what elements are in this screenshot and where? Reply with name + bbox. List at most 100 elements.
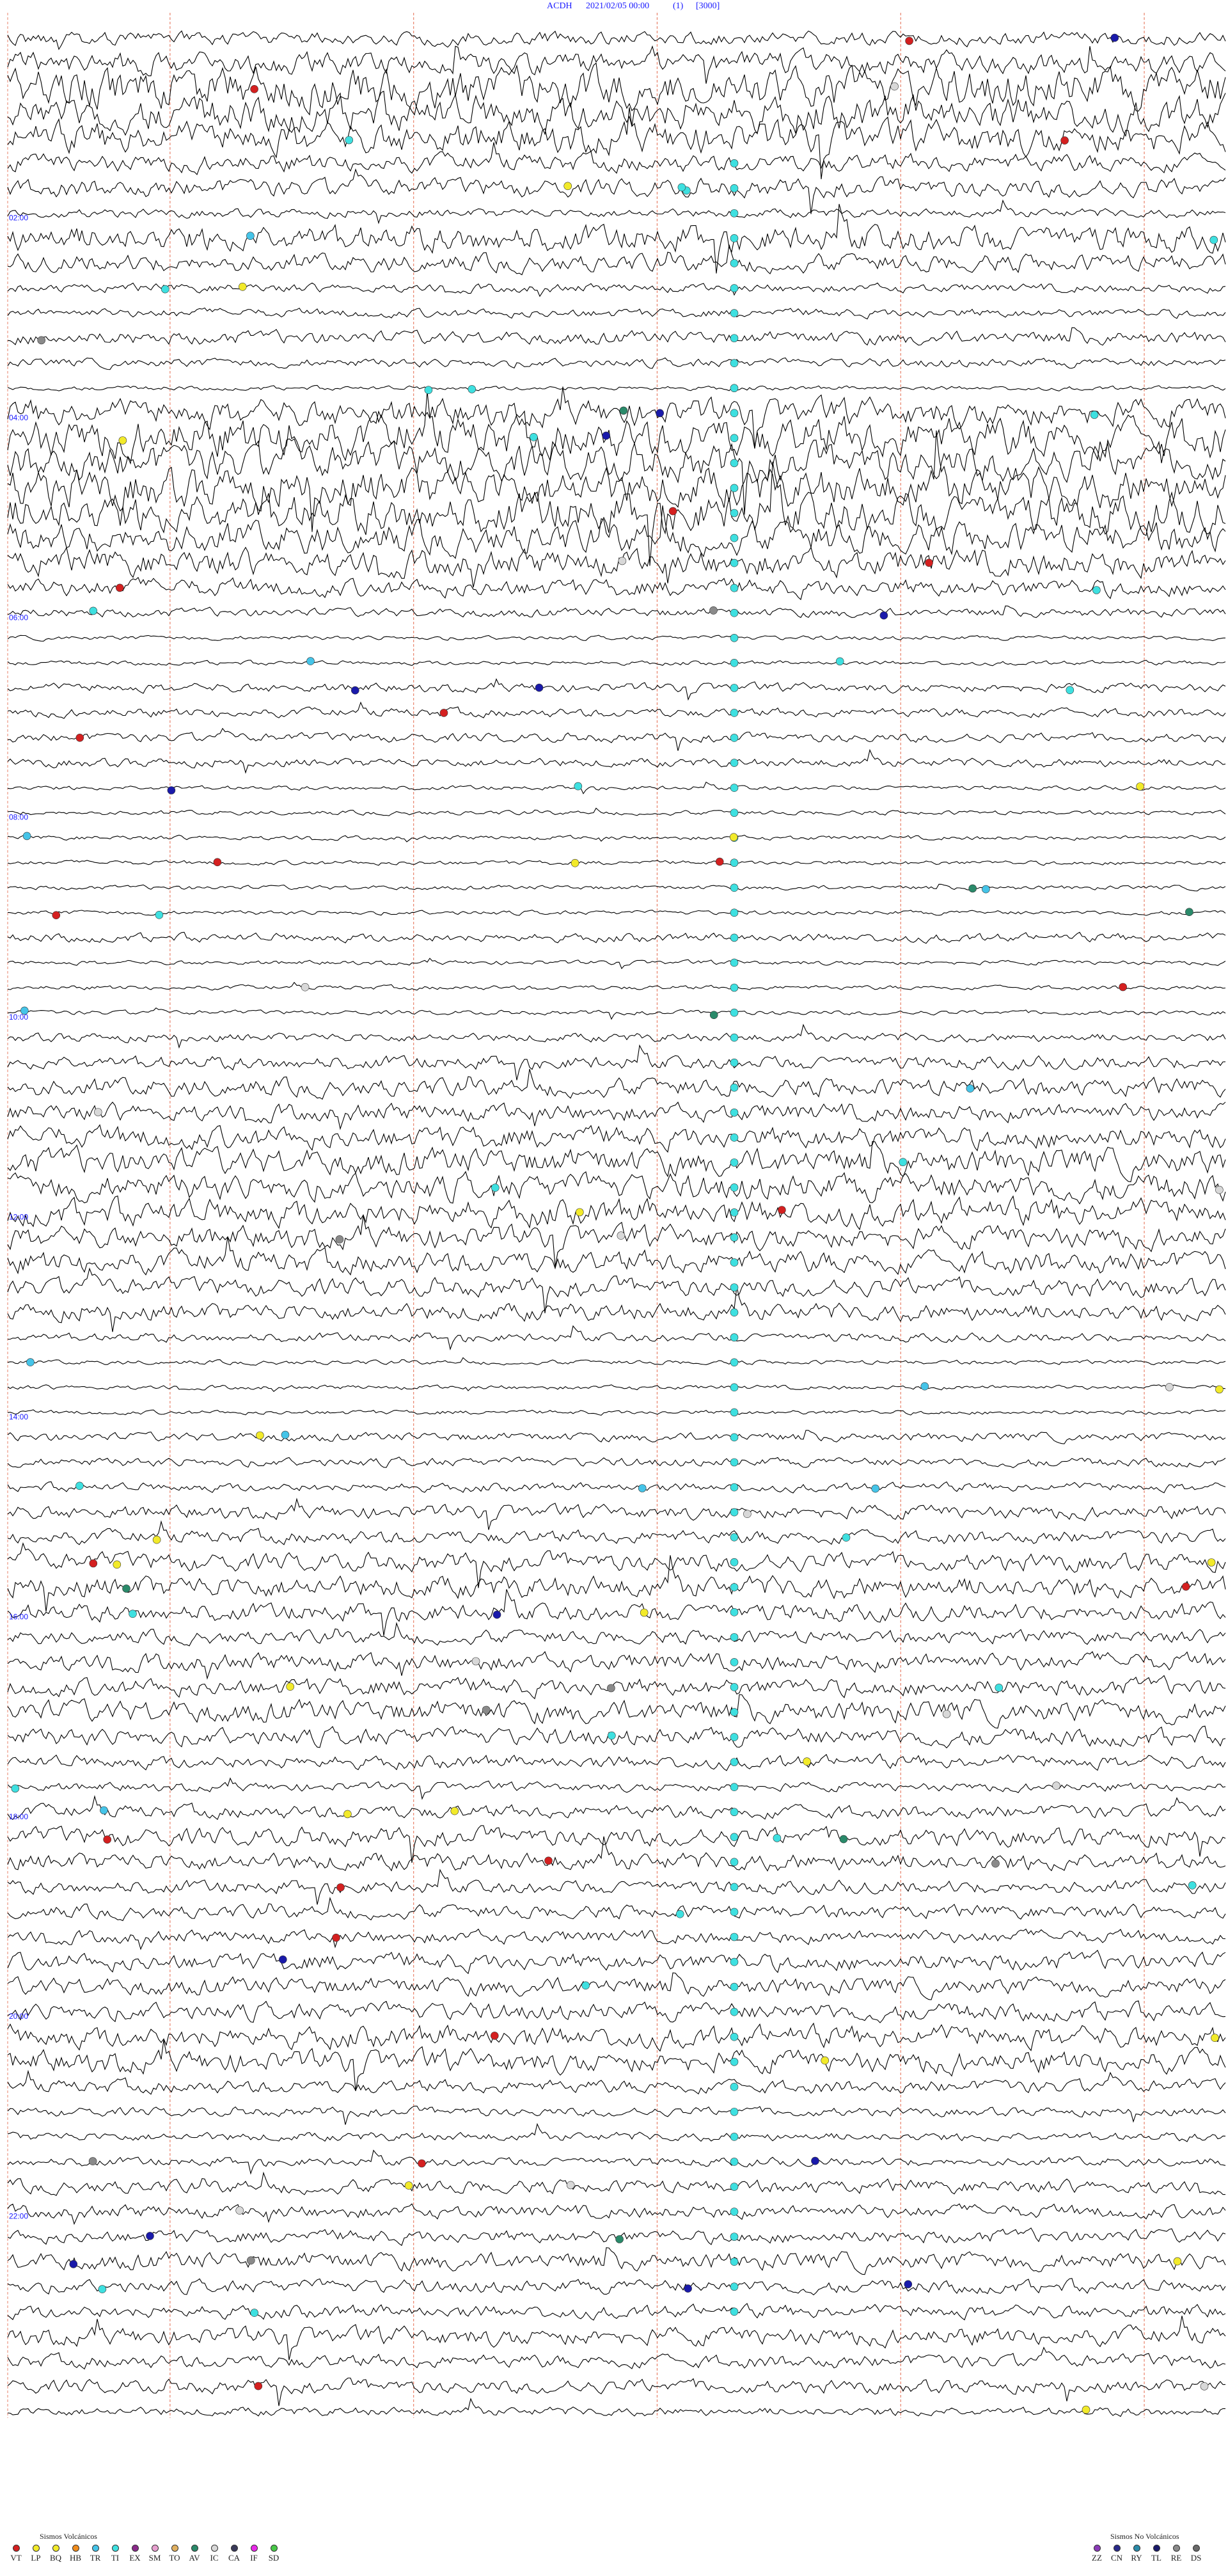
event-marker <box>730 533 739 542</box>
trace-line-1 <box>7 30 1226 51</box>
event-marker <box>490 2032 499 2040</box>
trace-line-37 <box>7 931 1226 944</box>
event-marker <box>730 2307 739 2316</box>
trace-line-11 <box>7 282 1226 297</box>
event-marker <box>675 1909 684 1918</box>
legend-volcanic-item-label: SD <box>268 2553 279 2563</box>
event-marker <box>730 234 739 242</box>
event-marker <box>256 1431 264 1440</box>
event-marker <box>730 1233 739 1242</box>
event-marker <box>281 1430 290 1439</box>
legend-volcanic-item-dot-icon <box>171 2545 178 2552</box>
legend-volcanic-item-label: EX <box>129 2553 141 2563</box>
event-marker <box>118 436 127 445</box>
legend-nonvolcanic-item-label: DS <box>1190 2553 1202 2563</box>
event-marker <box>89 606 98 615</box>
event-marker <box>155 911 164 919</box>
event-marker <box>1185 908 1193 916</box>
event-marker <box>730 459 739 468</box>
trace-line-48 <box>7 1195 1226 1231</box>
legend-volcanic-item-label: IF <box>250 2553 258 2563</box>
legend-volcanic-item-tr: TR <box>86 2545 105 2563</box>
event-marker <box>571 858 579 867</box>
event-marker <box>730 809 739 817</box>
legend-volcanic-item-ex: EX <box>125 2545 145 2563</box>
event-marker <box>730 1108 739 1117</box>
legend-volcanic-item-label: TR <box>90 2553 101 2563</box>
event-marker <box>730 1458 739 1467</box>
trace-line-36 <box>7 910 1226 916</box>
event-marker <box>1052 1782 1060 1790</box>
legend-nonvolcanic-item-cn: CN <box>1107 2545 1126 2563</box>
legend-volcanic-item-dot-icon <box>210 2545 218 2552</box>
trace-line-52 <box>7 1286 1226 1332</box>
legend-volcanic-item-sd: SD <box>264 2545 283 2563</box>
event-marker <box>730 284 739 292</box>
event-marker <box>730 1908 739 1916</box>
event-marker <box>730 209 739 217</box>
event-marker <box>450 1806 459 1815</box>
trace-line-78 <box>7 1949 1226 1975</box>
event-marker <box>618 557 627 565</box>
event-marker <box>535 683 544 692</box>
trace-line-38 <box>7 958 1226 970</box>
trace-line-15 <box>7 384 1226 391</box>
trace-line-94 <box>7 2346 1226 2370</box>
event-marker <box>730 2158 739 2166</box>
trace-line-42 <box>7 1044 1226 1080</box>
event-marker <box>730 1383 739 1392</box>
legend-volcanic-item-label: TI <box>111 2553 120 2563</box>
event-marker <box>899 1158 908 1166</box>
trace-line-3 <box>7 62 1226 116</box>
event-marker <box>730 1858 739 1867</box>
record-datetime: 2021/02/05 00:00 <box>586 1 650 11</box>
trace-line-25 <box>7 635 1226 642</box>
trace-line-17 <box>7 391 1226 465</box>
event-marker <box>730 1583 739 1592</box>
event-marker <box>730 2232 739 2241</box>
legend-nonvolcanic-item-dot-icon <box>1192 2545 1200 2552</box>
event-marker <box>730 1134 739 1142</box>
event-marker <box>602 431 611 440</box>
trace-line-76 <box>7 1897 1226 1922</box>
trace-line-85 <box>7 2122 1226 2142</box>
event-marker <box>730 1058 739 1067</box>
event-marker <box>1181 1583 1190 1591</box>
trace-line-43 <box>7 1069 1226 1100</box>
legend-volcanic-item-label: AV <box>189 2553 200 2563</box>
event-marker <box>730 1033 739 1042</box>
event-marker <box>575 1208 584 1217</box>
hour-label: 14:00 <box>9 1412 28 1421</box>
event-marker <box>94 1108 102 1116</box>
event-marker <box>468 385 476 393</box>
event-marker <box>730 1358 739 1367</box>
event-marker <box>345 136 354 145</box>
event-marker <box>278 1956 287 1964</box>
event-marker <box>730 1333 739 1342</box>
event-marker <box>607 1731 616 1740</box>
trace-line-81 <box>7 2022 1226 2052</box>
trace-line-77 <box>7 1928 1226 1950</box>
trace-line-61 <box>7 1520 1226 1545</box>
event-marker <box>730 1783 739 1791</box>
legend-nonvolcanic-item-label: CN <box>1110 2553 1123 2563</box>
event-marker <box>1136 782 1144 791</box>
event-marker <box>904 2280 913 2289</box>
event-marker <box>332 1933 340 1942</box>
event-marker <box>1082 2405 1090 2414</box>
trace-line-66 <box>7 1651 1226 1680</box>
trace-line-39 <box>7 981 1226 991</box>
event-marker <box>730 1158 739 1167</box>
event-marker <box>730 509 739 518</box>
trace-line-90 <box>7 2247 1226 2275</box>
event-marker <box>982 885 990 894</box>
trace-line-91 <box>7 2278 1226 2296</box>
event-marker <box>743 1510 752 1518</box>
event-marker <box>730 434 739 443</box>
trace-line-6 <box>7 142 1226 175</box>
legend-volcanic-item-dot-icon <box>230 2545 238 2552</box>
trace-line-49 <box>7 1215 1226 1267</box>
event-marker <box>730 1433 739 1442</box>
event-marker <box>730 709 739 717</box>
legend-nonvolcanic-item-re: RE <box>1167 2545 1186 2563</box>
